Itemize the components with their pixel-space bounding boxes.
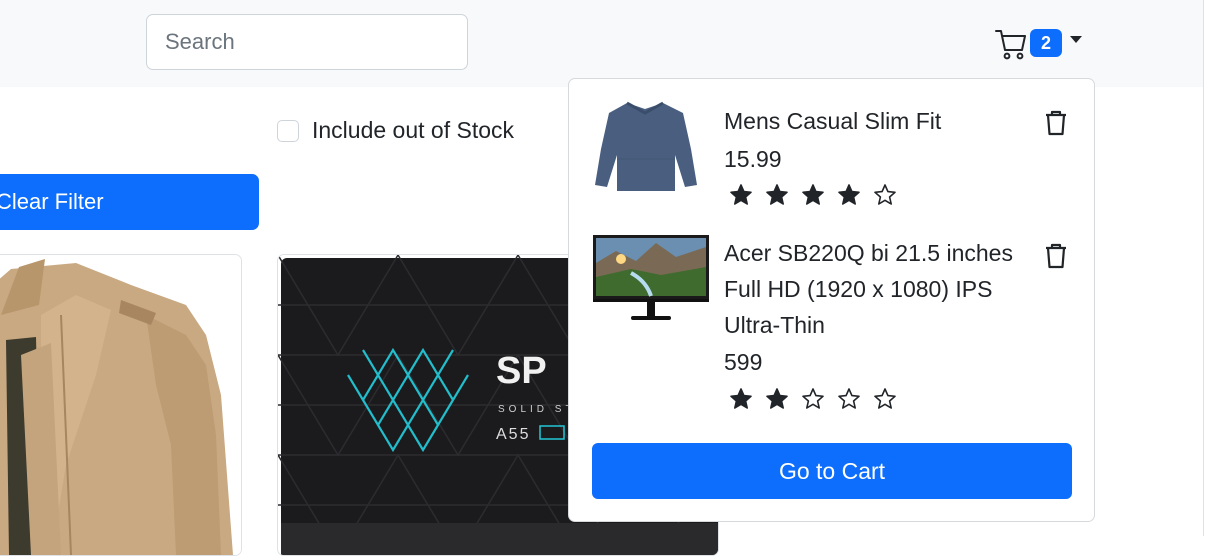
star-filled-icon (766, 184, 788, 205)
cart-item-price: 599 (724, 349, 763, 375)
out-of-stock-checkbox[interactable] (277, 119, 299, 142)
product-card[interactable] (0, 254, 242, 556)
rating-stars (729, 387, 897, 411)
monitor-thumbnail (593, 235, 709, 320)
star-filled-icon (730, 184, 752, 205)
trash-icon[interactable] (1043, 242, 1069, 270)
jacket-image (0, 255, 241, 555)
star-filled-icon (766, 388, 788, 409)
chevron-down-icon (1070, 36, 1082, 43)
star-outline-icon (874, 388, 896, 409)
star-filled-icon (838, 184, 860, 205)
rating-stars (729, 183, 897, 207)
out-of-stock-filter[interactable]: Include out of Stock (277, 117, 514, 144)
cart-item-price: 15.99 (724, 146, 782, 172)
scrollbar-border (1203, 0, 1204, 536)
go-to-cart-button[interactable]: Go to Cart (592, 443, 1072, 499)
star-filled-icon (730, 388, 752, 409)
star-outline-icon (838, 388, 860, 409)
cart-item-title: Mens Casual Slim Fit (724, 108, 942, 134)
star-outline-icon (802, 388, 824, 409)
out-of-stock-label: Include out of Stock (312, 117, 515, 143)
star-outline-icon (874, 184, 896, 205)
cart-item-title: Acer SB220Q bi 21.5 inches Full HD (1920… (724, 240, 1013, 338)
ssd-brand-text: SP (496, 350, 547, 392)
scrollbar[interactable] (1203, 0, 1210, 536)
tshirt-thumbnail (595, 101, 697, 191)
clear-filter-button[interactable]: Clear Filter (0, 174, 259, 230)
cart-count-badge: 2 (1030, 29, 1062, 57)
cart-dropdown-toggle[interactable]: 2 (994, 24, 1086, 64)
ssd-model-text: A55 (496, 426, 530, 443)
cart-dropdown-menu: Mens Casual Slim Fit 15.99 Acer SB220Q b… (568, 78, 1095, 522)
search-input[interactable] (146, 14, 468, 70)
ssd-line-text: SOLID ST (498, 404, 576, 415)
cart-icon (995, 30, 1026, 60)
trash-icon[interactable] (1043, 109, 1069, 137)
star-filled-icon (802, 184, 824, 205)
navbar: 2 (0, 0, 1203, 87)
